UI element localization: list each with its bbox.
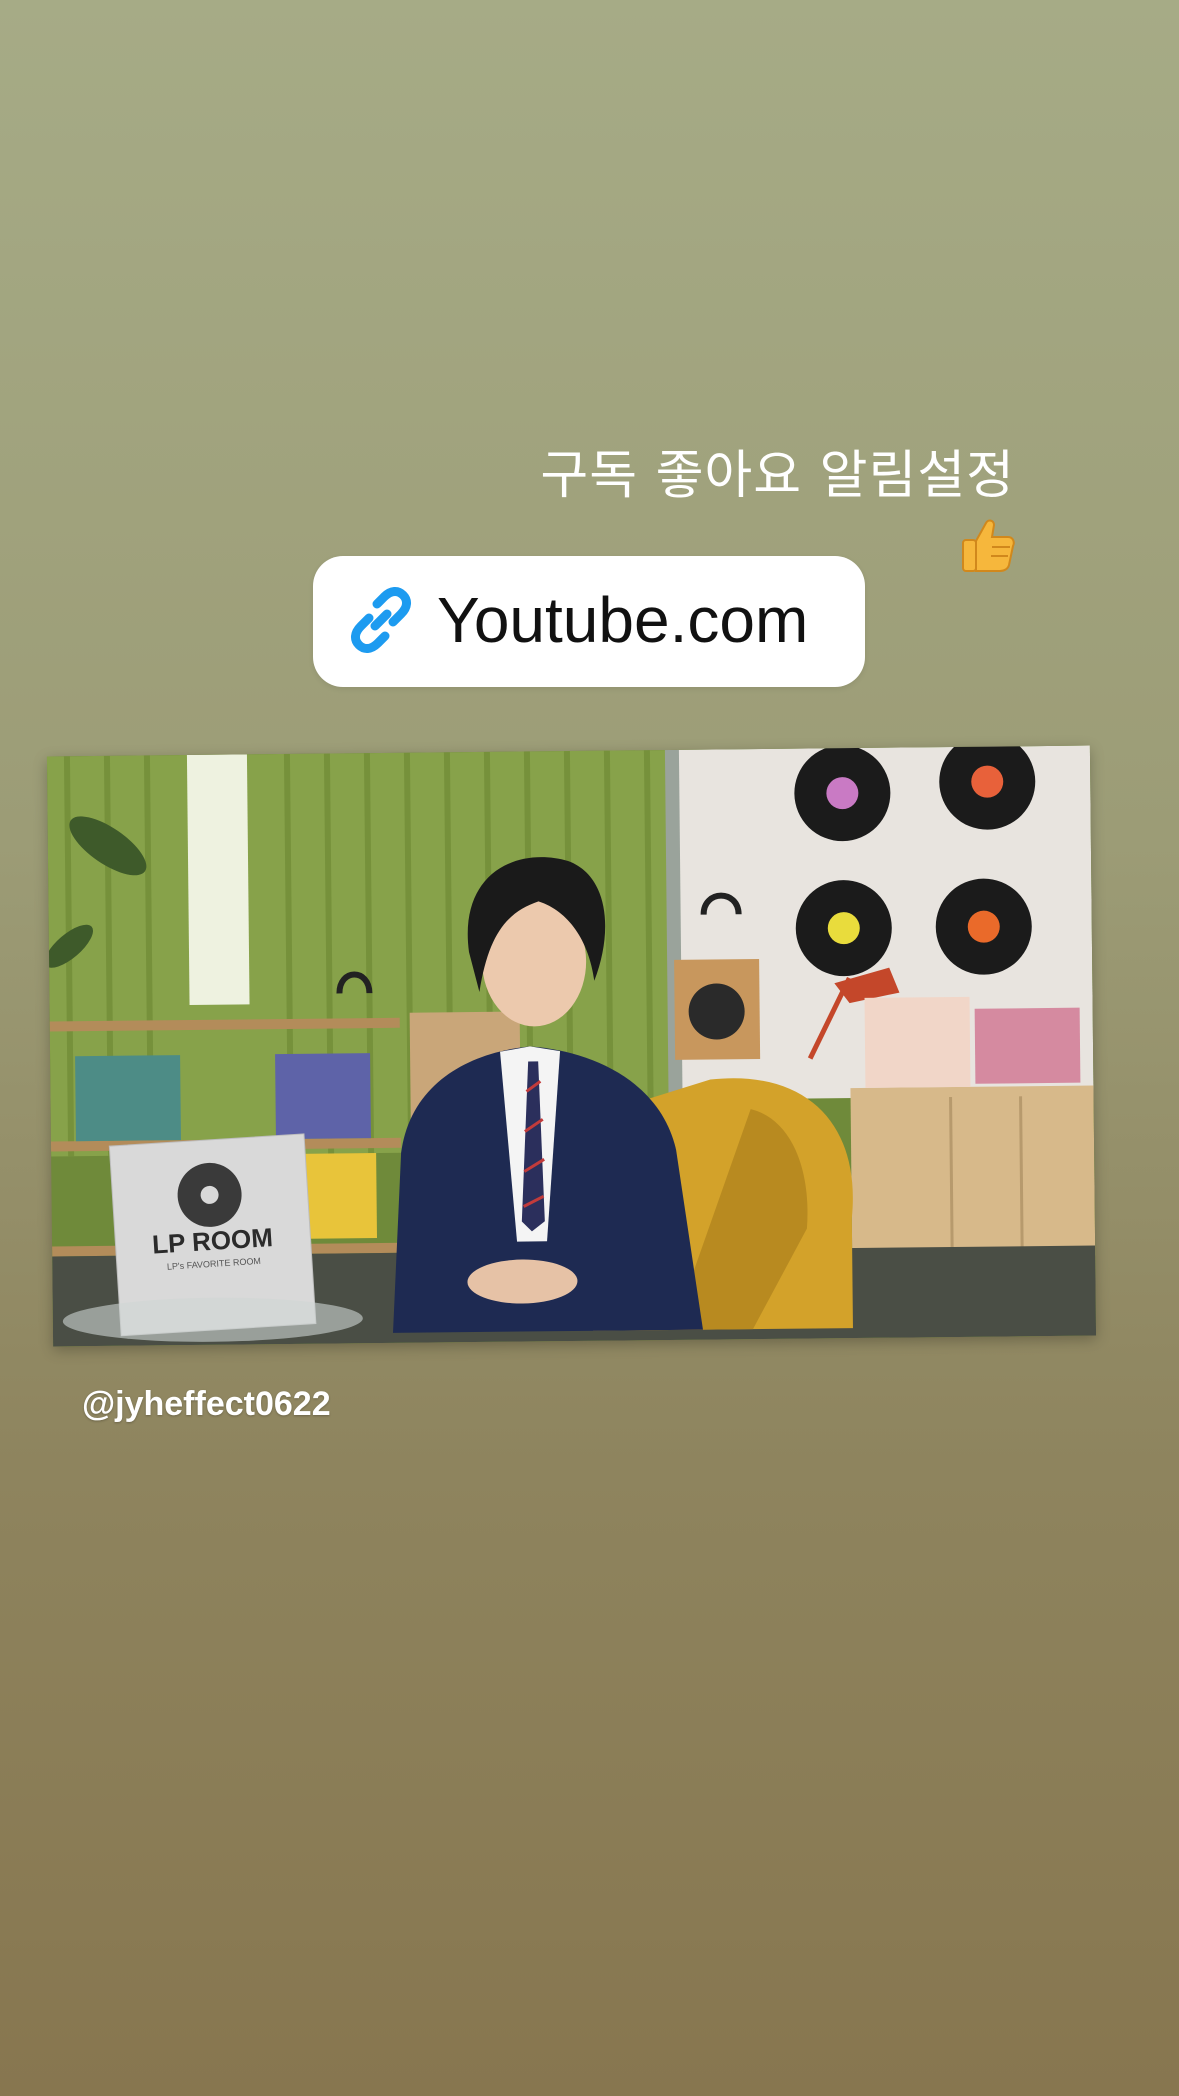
link-label: Youtube.com (437, 584, 809, 656)
thumbs-up-icon (962, 519, 1015, 572)
link-icon (351, 587, 411, 653)
youtube-link-sticker[interactable]: Youtube.com (313, 556, 865, 687)
mention-tag[interactable]: @jyheffect0622 (82, 1382, 331, 1426)
video-thumbnail-photo: LP ROOM LP's FAVORITE ROOM (46, 745, 1097, 1347)
story-caption: 구독 좋아요 알림설정 (540, 446, 1015, 506)
